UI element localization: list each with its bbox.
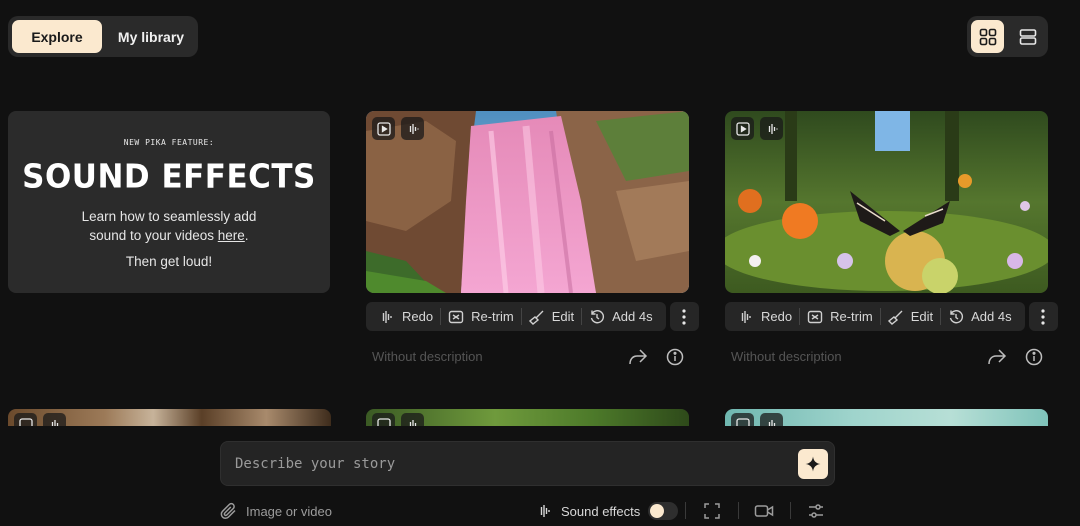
- switch-knob: [650, 504, 665, 518]
- more-vertical-icon: [682, 308, 686, 325]
- tab-my-library[interactable]: My library: [108, 20, 194, 53]
- paperclip-icon: [220, 502, 236, 520]
- action-group: Redo Re-trim Edit Add 4s: [366, 302, 666, 331]
- sparkle-icon: [805, 456, 821, 472]
- sound-wave-icon: [741, 310, 751, 323]
- play-icon[interactable]: [731, 117, 754, 140]
- more-vertical-icon: [1041, 308, 1045, 325]
- action-group: Redo Re-trim Edit Add 4s: [725, 302, 1025, 331]
- video-thumbnail-butterfly[interactable]: [725, 111, 1048, 293]
- tab-bar: Explore My library: [8, 16, 198, 57]
- extend-clock-icon: [949, 309, 964, 323]
- sound-effects-switch[interactable]: [648, 502, 679, 520]
- promo-kicker: NEW PIKA FEATURE:: [123, 138, 215, 147]
- more-options-button[interactable]: [1028, 302, 1058, 331]
- view-toggle: [967, 16, 1048, 57]
- settings-sliders-button[interactable]: [807, 500, 825, 522]
- card-actions-1: Redo Re-trim Edit Add 4s: [366, 302, 699, 331]
- redo-button[interactable]: Redo: [372, 302, 440, 331]
- sound-wave-icon[interactable]: [401, 413, 424, 426]
- story-prompt-input[interactable]: [235, 453, 775, 475]
- brush-icon: [528, 310, 544, 325]
- play-icon[interactable]: [731, 413, 754, 426]
- prompt-box: [220, 441, 835, 486]
- play-icon[interactable]: [14, 413, 37, 426]
- tab-explore[interactable]: Explore: [12, 20, 102, 53]
- aspect-ratio-button[interactable]: [703, 500, 721, 522]
- card-actions-2: Redo Re-trim Edit Add 4s: [725, 302, 1058, 331]
- thumbnail-badges: [731, 413, 783, 426]
- retrim-label: Re-trim: [471, 309, 514, 324]
- sound-effects-label: Sound effects: [561, 503, 641, 519]
- retrim-label: Re-trim: [830, 309, 873, 324]
- play-icon[interactable]: [372, 117, 395, 140]
- trim-icon: [448, 310, 464, 323]
- list-view-button[interactable]: [1011, 20, 1044, 53]
- promo-cta: Then get loud!: [125, 254, 213, 269]
- share-icon[interactable]: [628, 347, 648, 367]
- sound-wave-icon: [382, 310, 392, 323]
- promo-body-line1: Learn how to seamlessly add: [81, 209, 257, 224]
- camera-control-button[interactable]: [754, 500, 774, 522]
- add-4s-button[interactable]: Add 4s: [941, 302, 1018, 331]
- attach-media-button[interactable]: Image or video: [220, 500, 332, 522]
- sliders-icon: [809, 504, 823, 518]
- info-icon[interactable]: [665, 347, 685, 367]
- grid-icon: [979, 28, 996, 45]
- promo-headline: SOUND EFFECTS: [22, 158, 316, 196]
- trim-icon: [807, 310, 823, 323]
- rows-icon: [1019, 28, 1036, 45]
- add-4s-label: Add 4s: [971, 309, 1012, 324]
- edit-button[interactable]: Edit: [881, 302, 940, 331]
- thumbnail-badges: [372, 413, 424, 426]
- divider: [685, 502, 686, 519]
- sound-effects-toggle-group: Sound effects: [537, 500, 679, 522]
- generate-button[interactable]: [798, 449, 828, 479]
- grid-view-button[interactable]: [971, 20, 1004, 53]
- redo-label: Redo: [761, 309, 793, 324]
- add-4s-button[interactable]: Add 4s: [582, 302, 659, 331]
- sound-wave-icon: [540, 505, 550, 517]
- edit-button[interactable]: Edit: [522, 302, 581, 331]
- share-icon[interactable]: [987, 347, 1007, 367]
- video-thumbnail-partial[interactable]: [8, 409, 331, 426]
- promo-link[interactable]: here: [218, 228, 245, 243]
- thumbnail-badges: [14, 413, 66, 426]
- edit-label: Edit: [551, 309, 575, 324]
- promo-body: Learn how to seamlessly add sound to you…: [38, 207, 300, 245]
- sound-wave-icon[interactable]: [43, 413, 66, 426]
- play-icon[interactable]: [372, 413, 395, 426]
- video-thumbnail-waterfall[interactable]: [366, 111, 689, 293]
- sound-wave-icon[interactable]: [760, 413, 783, 426]
- sound-wave-icon[interactable]: [760, 117, 783, 140]
- sound-effects-promo-card: NEW PIKA FEATURE: SOUND EFFECTS Learn ho…: [8, 111, 330, 293]
- thumbnail-badges: [372, 117, 424, 140]
- add-4s-label: Add 4s: [612, 309, 653, 324]
- retrim-button[interactable]: Re-trim: [800, 302, 880, 331]
- video-thumbnail-partial[interactable]: [725, 409, 1048, 426]
- brush-icon: [887, 310, 903, 325]
- attach-media-label: Image or video: [246, 503, 332, 519]
- retrim-button[interactable]: Re-trim: [441, 302, 521, 331]
- more-options-button[interactable]: [669, 302, 699, 331]
- redo-label: Redo: [402, 309, 434, 324]
- promo-body-punct: .: [244, 228, 249, 243]
- divider: [790, 502, 791, 519]
- video-camera-icon: [754, 505, 774, 517]
- video-description: Without description: [731, 349, 842, 364]
- thumbnail-badges: [731, 117, 783, 140]
- redo-button[interactable]: Redo: [731, 302, 799, 331]
- video-thumbnail-partial[interactable]: [366, 409, 689, 426]
- sound-wave-icon[interactable]: [401, 117, 424, 140]
- video-description: Without description: [372, 349, 483, 364]
- fullscreen-frame-icon: [704, 503, 720, 519]
- app-root: Explore My library NEW PIKA FEATURE: SOU…: [0, 0, 1080, 526]
- info-icon[interactable]: [1024, 347, 1044, 367]
- promo-body-line2: sound to your videos: [89, 228, 218, 243]
- edit-label: Edit: [910, 309, 934, 324]
- divider: [738, 502, 739, 519]
- extend-clock-icon: [590, 309, 605, 323]
